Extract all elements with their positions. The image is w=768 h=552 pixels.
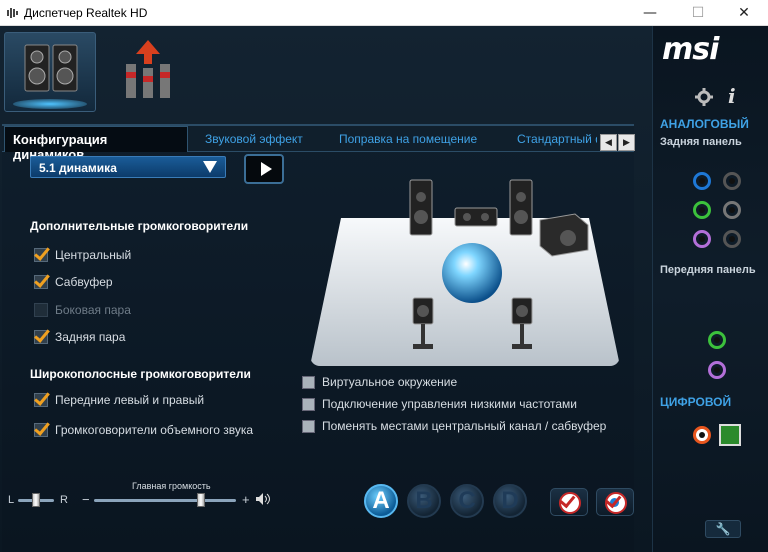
preset-c-button[interactable]: C	[450, 484, 484, 518]
surround-checkbox[interactable]	[34, 423, 48, 437]
front-lr-checkbox[interactable]	[34, 393, 48, 407]
close-button[interactable]: ✕	[722, 0, 766, 26]
apply-all-button[interactable]	[596, 488, 634, 516]
surround-label: Громкоговорители объемного звука	[55, 423, 254, 437]
tab-speaker-config[interactable]: Конфигурация динамиков	[4, 126, 188, 162]
preset-a-button[interactable]: A	[364, 484, 398, 518]
volume-minus-icon: −	[82, 492, 90, 507]
gear-icon[interactable]	[695, 88, 713, 106]
volume-track[interactable]	[94, 499, 236, 502]
maximize-button[interactable]: ☐	[676, 0, 720, 26]
front-right-speaker[interactable]	[509, 179, 533, 236]
tab-scroll-left-icon[interactable]: ◀	[600, 134, 617, 151]
info-icon[interactable]: i	[728, 84, 736, 108]
msi-logo: msi	[662, 32, 719, 67]
device-tab-line-in[interactable]	[100, 32, 196, 112]
balance-right-label: R	[60, 494, 68, 506]
center-checkbox[interactable]	[34, 248, 48, 262]
rear-left-speaker[interactable]	[412, 297, 434, 349]
rear-pair-label: Задняя пара	[55, 330, 126, 344]
analog-header: АНАЛОГОВЫЙ	[660, 117, 749, 131]
spdif-coax-icon[interactable]	[693, 426, 711, 444]
jack-rear-gray[interactable]	[723, 201, 741, 219]
bass-management-label: Подключение управления низкими частотами	[322, 397, 577, 411]
tab-strip: Конфигурация динамиков Звуковой эффект П…	[2, 126, 635, 162]
center-label: Центральный	[55, 248, 132, 262]
side-pair-checkbox	[34, 303, 48, 317]
subwoofer-checkbox[interactable]	[34, 275, 48, 289]
speaker-app-icon	[7, 8, 18, 18]
tab-default-format[interactable]: Стандартный ф	[517, 132, 597, 146]
apply-button[interactable]	[550, 488, 588, 516]
balance-left-label: L	[8, 494, 15, 506]
front-panel-label: Передняя панель	[660, 264, 756, 276]
rear-panel-label: Задняя панель	[660, 136, 742, 148]
main-volume-title: Главная громкость	[132, 481, 211, 491]
optional-speakers-header: Дополнительные громкоговорители	[30, 219, 249, 233]
speaker-config-select[interactable]: 5.1 динамика	[30, 156, 226, 178]
minimize-button[interactable]: —	[628, 0, 672, 26]
subwoofer-label: Сабвуфер	[55, 275, 113, 289]
jack-rear-green[interactable]	[693, 201, 711, 219]
volume-plus-icon: +	[242, 492, 250, 507]
active-glow	[13, 99, 87, 109]
digital-header: ЦИФРОВОЙ	[660, 395, 732, 409]
jack-rear-pink[interactable]	[693, 230, 711, 248]
subwoofer-speaker[interactable]	[539, 213, 589, 257]
bass-management-checkbox[interactable]	[302, 398, 315, 411]
rear-right-speaker[interactable]	[511, 297, 533, 349]
speaker-layout-diagram	[409, 179, 589, 349]
play-test-button[interactable]	[244, 154, 284, 184]
jack-front-green[interactable]	[708, 331, 726, 349]
tab-room-correction[interactable]: Поправка на помещение	[339, 132, 477, 146]
speaker-volume-icon[interactable]	[255, 492, 273, 506]
speakers-icon	[24, 44, 78, 92]
jack-front-pink[interactable]	[708, 361, 726, 379]
rca-plugs-icon	[126, 40, 170, 98]
window-title: Диспетчер Realtek HD	[24, 6, 148, 20]
tab-sound-effects[interactable]: Звуковой эффект	[205, 132, 303, 146]
volume-slider-thumb[interactable]	[196, 493, 205, 507]
dropdown-arrow-icon	[203, 161, 217, 173]
balance-slider-thumb[interactable]	[32, 493, 40, 507]
rear-pair-checkbox[interactable]	[34, 330, 48, 344]
device-tab-speakers[interactable]	[4, 32, 96, 112]
virtual-surround-label: Виртуальное окружение	[322, 375, 458, 389]
jack-rear-blue[interactable]	[693, 172, 711, 190]
jack-rear-pink-2[interactable]	[723, 230, 741, 248]
jack-rear-blue-2[interactable]	[723, 172, 741, 190]
center-speaker[interactable]	[454, 207, 498, 227]
tab-scroll-right-icon[interactable]: ▶	[618, 134, 635, 151]
fullrange-speakers-header: Широкополосные громкоговорители	[30, 367, 251, 381]
side-pair-label: Боковая пара	[55, 303, 131, 317]
config-select-value: 5.1 динамика	[39, 161, 117, 175]
swap-center-sub-label: Поменять местами центральный канал / саб…	[322, 419, 607, 433]
front-lr-label: Передние левый и правый	[55, 393, 205, 407]
preset-d-button[interactable]: D	[493, 484, 527, 518]
swap-center-sub-checkbox[interactable]	[302, 420, 315, 433]
play-icon	[261, 162, 272, 176]
listener-sphere	[442, 243, 502, 303]
spdif-optical-icon[interactable]	[719, 424, 741, 446]
front-left-speaker[interactable]	[409, 179, 433, 236]
title-bar: Диспетчер Realtek HD — ☐ ✕	[0, 0, 768, 26]
preset-b-button[interactable]: B	[407, 484, 441, 518]
virtual-surround-checkbox[interactable]	[302, 376, 315, 389]
wrench-settings-icon[interactable]: 🔧	[705, 520, 741, 538]
